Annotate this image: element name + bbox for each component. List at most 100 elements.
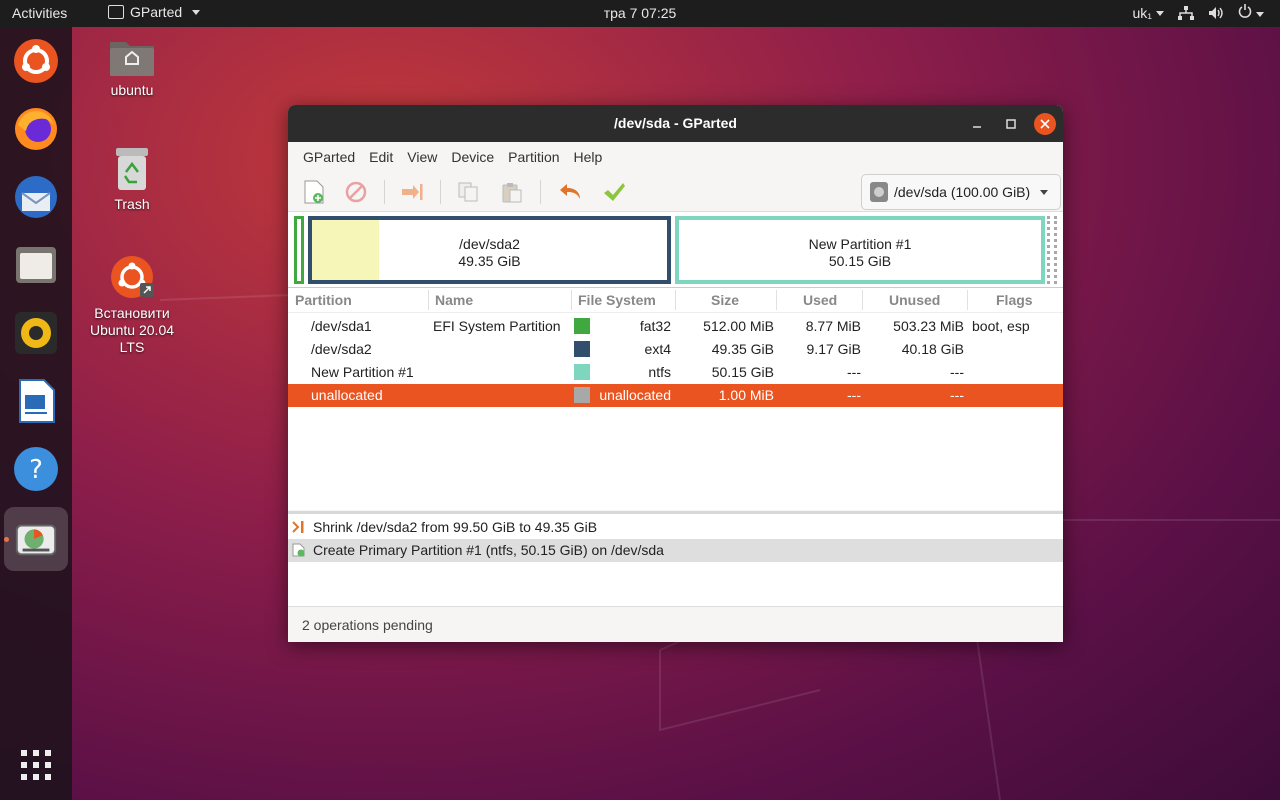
grid-icon — [21, 750, 51, 780]
paste-button[interactable] — [498, 178, 526, 206]
resize-arrow-icon — [292, 521, 304, 533]
partition-map: /dev/sda2 49.35 GiB New Partition #1 50.… — [288, 212, 1063, 288]
fs-color-swatch — [574, 341, 590, 357]
maximize-button[interactable] — [1000, 113, 1022, 135]
device-selector[interactable]: /dev/sda (100.00 GiB) — [861, 174, 1061, 210]
dock: ? — [0, 27, 72, 800]
close-icon — [1040, 119, 1050, 129]
keyboard-layout[interactable]: uk₁ — [1132, 5, 1164, 21]
desktop-icon-label: Встановити Ubuntu 20.04 LTS — [82, 305, 182, 356]
column-separator — [428, 290, 429, 310]
undo-button[interactable] — [556, 178, 584, 206]
menu-partition[interactable]: Partition — [501, 149, 566, 165]
partition-map-new-partition[interactable]: New Partition #1 50.15 GiB — [675, 216, 1045, 284]
no-entry-icon — [345, 181, 367, 203]
column-header-name[interactable]: Name — [435, 292, 473, 308]
new-document-icon — [292, 543, 305, 557]
operation-item[interactable]: Shrink /dev/sda2 from 99.50 GiB to 49.35… — [288, 516, 1063, 539]
partition-map-label: /dev/sda2 49.35 GiB — [312, 236, 667, 270]
cell-size: 1.00 MiB — [718, 387, 774, 403]
dock-thunderbird[interactable] — [10, 171, 62, 223]
operation-text: Shrink /dev/sda2 from 99.50 GiB to 49.35… — [313, 519, 598, 535]
column-header-size[interactable]: Size — [711, 292, 739, 308]
dock-gparted[interactable] — [4, 507, 68, 571]
dock-rhythmbox[interactable] — [10, 307, 62, 359]
column-header-used[interactable]: Used — [803, 292, 837, 308]
chevron-down-icon — [1256, 11, 1264, 17]
fs-color-swatch — [574, 387, 590, 403]
menu-edit[interactable]: Edit — [362, 149, 400, 165]
table-row[interactable]: New Partition #1 ntfs 50.15 GiB --- --- — [288, 361, 1063, 384]
menu-view[interactable]: View — [400, 149, 444, 165]
column-header-partition[interactable]: Partition — [295, 292, 352, 308]
table-row[interactable]: /dev/sda2 ext4 49.35 GiB 9.17 GiB 40.18 … — [288, 338, 1063, 361]
dock-ubuntu-software[interactable] — [10, 35, 62, 87]
desktop-icon-home[interactable]: ubuntu — [82, 36, 182, 98]
svg-text:?: ? — [29, 455, 43, 485]
cell-filesystem: unallocated — [599, 387, 671, 403]
paste-icon — [502, 183, 522, 203]
chevron-down-icon — [1040, 189, 1049, 195]
toolbar-separator — [384, 180, 385, 204]
top-bar: Activities GParted тра 7 07:25 uk₁ — [0, 0, 1280, 27]
operation-text: Create Primary Partition #1 (ntfs, 50.15… — [313, 542, 664, 558]
power-menu[interactable] — [1238, 4, 1264, 21]
menu-help[interactable]: Help — [567, 149, 610, 165]
menu-bar: GParted Edit View Device Partition Help — [288, 142, 1063, 172]
dock-firefox[interactable] — [10, 103, 62, 155]
desktop-icon-install-ubuntu[interactable]: Встановити Ubuntu 20.04 LTS — [82, 255, 182, 356]
close-button[interactable] — [1034, 113, 1056, 135]
show-applications-button[interactable] — [10, 739, 62, 791]
desktop-icon-trash[interactable]: Trash — [82, 146, 182, 212]
system-tray[interactable]: uk₁ — [1132, 4, 1264, 21]
minimize-button[interactable] — [966, 113, 988, 135]
table-row-selected[interactable]: unallocated unallocated 1.00 MiB --- --- — [288, 384, 1063, 407]
firefox-icon — [15, 108, 57, 150]
menu-gparted[interactable]: GParted — [296, 149, 362, 165]
volume-icon — [1209, 6, 1223, 19]
column-header-flags[interactable]: Flags — [996, 292, 1033, 308]
partition-name: /dev/sda2 — [459, 236, 520, 252]
dock-files[interactable] — [10, 239, 62, 291]
cell-filesystem: fat32 — [639, 318, 671, 334]
partition-table: Partition Name File System Size Used Unu… — [288, 288, 1063, 510]
delete-partition-button[interactable] — [342, 178, 370, 206]
new-partition-button[interactable] — [300, 178, 328, 206]
minimize-icon — [973, 126, 981, 128]
gparted-window: /dev/sda - GParted GParted Edit View Dev… — [288, 105, 1063, 642]
checkmark-icon — [604, 183, 625, 201]
new-document-icon — [304, 180, 324, 204]
copy-button[interactable] — [454, 178, 482, 206]
label-line: Встановити — [94, 305, 170, 321]
gparted-small-icon — [108, 5, 124, 19]
apply-button[interactable] — [600, 178, 628, 206]
toolbar-separator — [540, 180, 541, 204]
files-icon — [16, 247, 56, 283]
cell-partition: /dev/sda2 — [311, 341, 372, 357]
cell-unused: --- — [950, 364, 964, 380]
table-header: Partition Name File System Size Used Unu… — [288, 288, 1063, 313]
pending-operations-list: Shrink /dev/sda2 from 99.50 GiB to 49.35… — [288, 511, 1063, 606]
clock[interactable]: тра 7 07:25 — [604, 5, 677, 21]
partition-map-unallocated[interactable] — [1047, 216, 1057, 284]
gparted-icon — [15, 524, 57, 556]
resize-move-button[interactable] — [398, 178, 426, 206]
table-row[interactable]: /dev/sda1 EFI System Partition fat32 512… — [288, 315, 1063, 338]
dock-help[interactable]: ? — [10, 443, 62, 495]
status-text: 2 operations pending — [302, 617, 433, 633]
partition-map-sda2[interactable]: /dev/sda2 49.35 GiB — [308, 216, 671, 284]
cell-used: 9.17 GiB — [806, 341, 861, 357]
column-header-filesystem[interactable]: File System — [578, 292, 656, 308]
column-header-unused[interactable]: Unused — [889, 292, 940, 308]
undo-icon — [560, 184, 580, 199]
cell-unused: --- — [950, 387, 964, 403]
partition-map-sda1[interactable] — [294, 216, 304, 284]
dock-writer[interactable] — [10, 375, 62, 427]
app-menu[interactable]: GParted — [108, 4, 201, 20]
cell-filesystem: ntfs — [648, 364, 671, 380]
title-bar[interactable]: /dev/sda - GParted — [288, 105, 1063, 142]
menu-device[interactable]: Device — [444, 149, 501, 165]
help-icon: ? — [14, 447, 58, 491]
activities-button[interactable]: Activities — [12, 5, 67, 21]
operation-item[interactable]: Create Primary Partition #1 (ntfs, 50.15… — [288, 539, 1063, 562]
